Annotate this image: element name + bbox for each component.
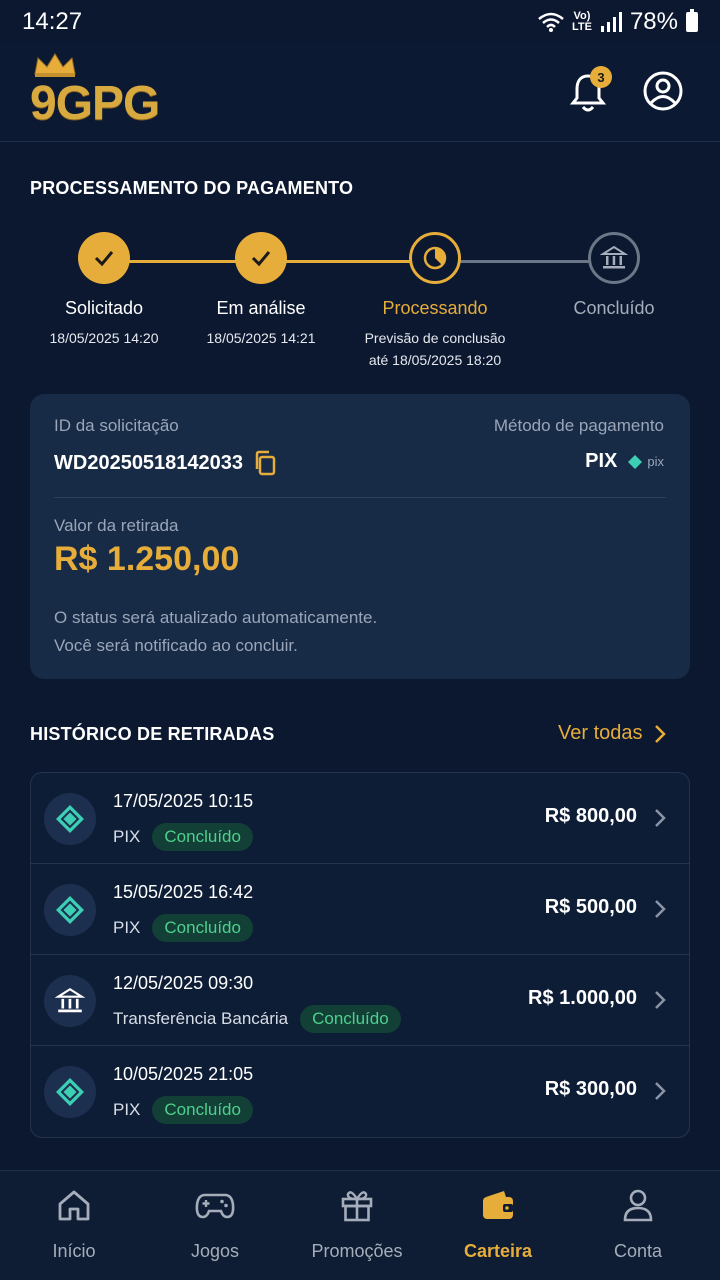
withdrawal-history-list: 17/05/2025 10:15 PIX Concluído R$ 800,00… (30, 772, 690, 1138)
user-icon (578, 1185, 698, 1225)
check-icon (235, 232, 287, 284)
payment-method: PIX pix (585, 450, 664, 473)
brand-logo[interactable]: 9GPG (30, 52, 190, 130)
processing-eta-date: até 18/05/2025 18:20 (368, 352, 502, 368)
lte-indicator: Vo) LTE (571, 10, 592, 33)
battery-percent: 78% (629, 8, 678, 35)
history-row[interactable]: 10/05/2025 21:05 PIX Concluído R$ 300,00 (31, 1046, 689, 1137)
status-icons: Vo) LTE 78% (538, 8, 698, 36)
card-divider (54, 497, 666, 498)
home-icon (14, 1185, 134, 1225)
gamepad-icon (155, 1185, 275, 1225)
clock-icon (409, 232, 461, 284)
profile-button[interactable] (642, 70, 684, 112)
processing-eta-label: Previsão de conclusão (364, 330, 506, 346)
bottom-navigation: Início Jogos Promoções Carteira Conta (0, 1170, 720, 1280)
nav-item-wallet[interactable]: Carteira (438, 1185, 558, 1262)
chevron-right-icon (655, 809, 666, 827)
progress-stepper: Solicitado 18/05/2025 14:20 Em análise 1… (30, 232, 690, 382)
wallet-icon (438, 1185, 558, 1225)
status-time: 14:27 (22, 8, 83, 35)
logo-text: 9GPG (30, 77, 160, 130)
bank-icon (588, 232, 640, 284)
copy-icon[interactable] (253, 450, 277, 476)
amount-label: Valor da retirada (54, 516, 179, 535)
payment-method-label: Método de pagamento (493, 416, 664, 435)
history-section-title: HISTÓRICO DE RETIRADAS (30, 724, 275, 744)
status-badge: Concluído (300, 1005, 401, 1033)
history-row[interactable]: 17/05/2025 10:15 PIX Concluído R$ 800,00 (31, 773, 689, 864)
chevron-right-icon (654, 724, 666, 743)
nav-item-games[interactable]: Jogos (155, 1185, 275, 1262)
chevron-right-icon (655, 900, 666, 918)
request-id-value: WD20250518142033 (54, 451, 244, 474)
status-badge: Concluído (152, 823, 253, 851)
chevron-right-icon (655, 1082, 666, 1100)
signal-icon (600, 12, 622, 32)
wifi-icon (538, 12, 564, 32)
history-row[interactable]: 12/05/2025 09:30 Transferência Bancária … (31, 955, 689, 1046)
withdrawal-amount: R$ 1.250,00 (54, 540, 240, 578)
payment-method-value: PIX (585, 450, 618, 472)
pix-icon (44, 793, 96, 845)
step-completed: Concluído (524, 232, 704, 319)
nav-item-home[interactable]: Início (14, 1185, 134, 1262)
battery-icon (686, 9, 698, 32)
pix-logo: pix (627, 454, 664, 470)
status-bar: 14:27 Vo) LTE 78% (0, 0, 720, 44)
pix-icon (44, 884, 96, 936)
pix-icon (44, 1066, 96, 1118)
payment-section-title: PROCESSAMENTO DO PAGAMENTO (30, 178, 354, 198)
notification-badge: 3 (590, 66, 612, 88)
withdrawal-info-card: ID da solicitação Método de pagamento WD… (30, 394, 690, 679)
nav-item-account[interactable]: Conta (578, 1185, 698, 1262)
status-badge: Concluído (152, 914, 253, 942)
step-requested: Solicitado 18/05/2025 14:20 (14, 232, 194, 349)
crown-icon (34, 53, 76, 77)
check-icon (78, 232, 130, 284)
chevron-right-icon (655, 991, 666, 1009)
bank-icon (44, 975, 96, 1027)
step-review: Em análise 18/05/2025 14:21 (171, 232, 351, 349)
nav-item-promotions[interactable]: Promoções (297, 1185, 417, 1262)
gift-icon (297, 1185, 417, 1225)
status-badge: Concluído (152, 1096, 253, 1124)
pix-icon (628, 454, 643, 469)
status-note: O status será atualizado automaticamente… (54, 608, 378, 655)
history-row[interactable]: 15/05/2025 16:42 PIX Concluído R$ 500,00 (31, 864, 689, 955)
app-header: 9GPG 3 (0, 44, 720, 142)
profile-icon (643, 71, 683, 111)
request-id-label: ID da solicitação (54, 416, 179, 435)
notifications-button[interactable]: 3 (568, 66, 612, 114)
request-id: WD20250518142033 (54, 450, 277, 476)
see-all-link[interactable]: Ver todas (558, 722, 667, 745)
step-processing: Processando Previsão de conclusão até 18… (345, 232, 525, 371)
